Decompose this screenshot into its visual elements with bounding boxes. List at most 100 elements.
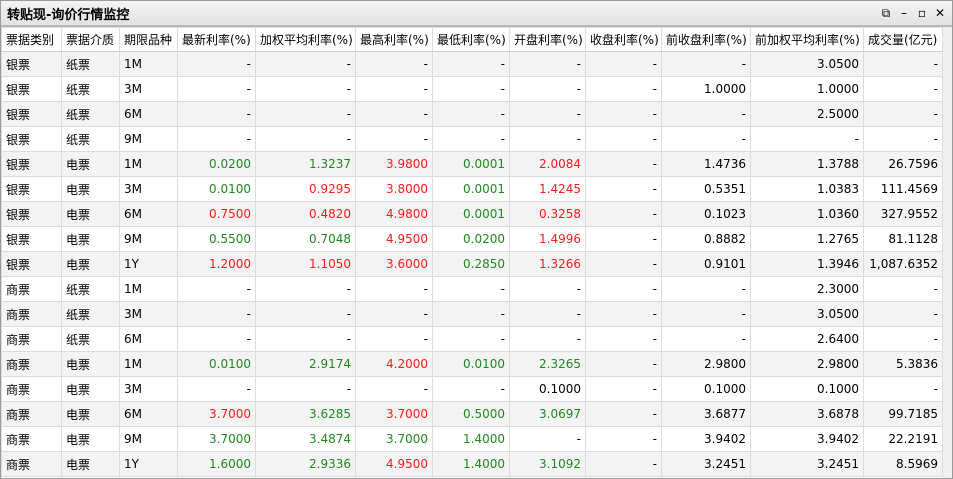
column-header[interactable]: 开盘利率(%) bbox=[509, 27, 586, 52]
table-cell: 商票 bbox=[1, 326, 62, 352]
table-cell: 0.0200 bbox=[177, 151, 256, 177]
table-cell: - bbox=[661, 101, 751, 127]
table-cell: - bbox=[355, 126, 433, 152]
vertical-scrollbar[interactable] bbox=[943, 27, 952, 478]
table-cell: 商票 bbox=[1, 426, 62, 452]
table-row[interactable]: 银票 纸票 3M - - - - - -1.0000 1.0000- bbox=[1, 76, 943, 102]
column-header[interactable]: 最高利率(%) bbox=[355, 27, 433, 52]
table-cell: 1.4245 bbox=[509, 176, 586, 202]
table-cell: 银票 bbox=[1, 126, 62, 152]
column-header[interactable]: 前收盘利率(%) bbox=[661, 27, 751, 52]
table-cell: - bbox=[585, 176, 662, 202]
table-cell: - bbox=[585, 401, 662, 427]
table-cell: 银票 bbox=[1, 76, 62, 102]
table-cell: - bbox=[177, 101, 256, 127]
table-cell: 0.0001 bbox=[432, 201, 510, 227]
table-row[interactable]: 银票 电票 9M 0.5500 0.7048 4.9500 0.0200 1.4996-0.8… bbox=[1, 226, 943, 252]
table-cell: - bbox=[585, 151, 662, 177]
table-cell: 1.4000 bbox=[432, 451, 510, 477]
table-cell: 5.3836 bbox=[863, 351, 943, 377]
column-header[interactable]: 成交量(亿元) bbox=[863, 27, 943, 52]
table-cell: 1.2765 bbox=[750, 226, 864, 252]
table-row[interactable]: 商票 纸票 1M - - - - - - -2.3000- bbox=[1, 276, 943, 302]
table-cell: 2.5000 bbox=[750, 101, 864, 127]
table-row[interactable]: 商票 电票 1M 0.0100 2.9174 4.2000 0.0100 2.3265-2.9… bbox=[1, 351, 943, 377]
quote-table: 票据类别 票据介质 期限品种 最新利率(%) 加权平均利率(%) 最高利率(%) 最低利率(… bbox=[1, 27, 943, 477]
column-header[interactable]: 票据介质 bbox=[61, 27, 120, 52]
table-cell: - bbox=[661, 51, 751, 77]
table-cell: 2.9336 bbox=[255, 451, 356, 477]
table-cell: - bbox=[432, 76, 510, 102]
table-cell: - bbox=[863, 376, 943, 402]
table-row[interactable]: 商票 电票 6M 3.7000 3.6285 3.7000 0.5000 3.0697-3.6… bbox=[1, 401, 943, 427]
table-cell: - bbox=[585, 426, 662, 452]
table-cell: 0.0001 bbox=[432, 151, 510, 177]
table-row[interactable]: 商票 电票 9M 3.7000 3.4874 3.7000 1.4000- -3.9402 3.… bbox=[1, 426, 943, 452]
minimize-icon[interactable]: – bbox=[898, 6, 910, 21]
table-cell: 0.0200 bbox=[432, 226, 510, 252]
maximize-icon[interactable]: ▫ bbox=[916, 6, 928, 21]
table-cell: - bbox=[661, 126, 751, 152]
table-cell: 电票 bbox=[61, 251, 120, 277]
table-cell: - bbox=[177, 326, 256, 352]
table-cell: - bbox=[255, 51, 356, 77]
table-cell: 3.0500 bbox=[750, 301, 864, 327]
table-cell: 1.3266 bbox=[509, 251, 586, 277]
table-cell: - bbox=[863, 126, 943, 152]
table-cell: 3.6877 bbox=[661, 401, 751, 427]
table-cell: - bbox=[509, 76, 586, 102]
close-icon[interactable]: ✕ bbox=[934, 6, 946, 21]
column-header[interactable]: 票据类别 bbox=[1, 27, 62, 52]
table-cell: 0.7048 bbox=[255, 226, 356, 252]
table-cell: 1,087.6352 bbox=[863, 251, 943, 277]
table-cell: - bbox=[585, 101, 662, 127]
table-row[interactable]: 银票 电票 6M 0.7500 0.4820 4.9800 0.0001 0.3258-0.1… bbox=[1, 201, 943, 227]
table-cell: 6M bbox=[119, 401, 178, 427]
table-cell: - bbox=[355, 276, 433, 302]
table-row[interactable]: 银票 电票 3M 0.0100 0.9295 3.8000 0.0001 1.4245-0.5… bbox=[1, 176, 943, 202]
table-cell: 电票 bbox=[61, 151, 120, 177]
table-cell: 商票 bbox=[1, 276, 62, 302]
table-cell: 0.2850 bbox=[432, 251, 510, 277]
table-cell: 6M bbox=[119, 201, 178, 227]
table-cell: 0.9295 bbox=[255, 176, 356, 202]
table-cell: 纸票 bbox=[61, 126, 120, 152]
table-cell: - bbox=[750, 126, 864, 152]
column-header[interactable]: 收盘利率(%) bbox=[585, 27, 662, 52]
table-cell: 0.5351 bbox=[661, 176, 751, 202]
column-header[interactable]: 最新利率(%) bbox=[177, 27, 256, 52]
table-cell: 2.3265 bbox=[509, 351, 586, 377]
table-cell: - bbox=[509, 51, 586, 77]
table-cell: 81.1128 bbox=[863, 226, 943, 252]
table-cell: 1.0360 bbox=[750, 201, 864, 227]
table-row[interactable]: 商票 纸票 3M - - - - - - -3.0500- bbox=[1, 301, 943, 327]
table-row[interactable]: 商票 电票 1Y 1.6000 2.9336 4.9500 1.4000 3.1092-3.2… bbox=[1, 451, 943, 477]
column-header[interactable]: 前加权平均利率(%) bbox=[750, 27, 864, 52]
table-cell: - bbox=[255, 326, 356, 352]
table-cell: - bbox=[585, 251, 662, 277]
column-header[interactable]: 期限品种 bbox=[119, 27, 178, 52]
table-cell: - bbox=[177, 51, 256, 77]
table-cell: - bbox=[255, 301, 356, 327]
table-row[interactable]: 银票 纸票 9M - - - - - - - - - bbox=[1, 126, 943, 152]
table-row[interactable]: 银票 电票 1M 0.0200 1.3237 3.9800 0.0001 2.0084-1.4… bbox=[1, 151, 943, 177]
column-header[interactable]: 最低利率(%) bbox=[432, 27, 510, 52]
table-row[interactable]: 商票 电票 3M - - - -0.1000-0.1000 0.1000- bbox=[1, 376, 943, 402]
table-cell: - bbox=[177, 76, 256, 102]
popout-icon[interactable]: ⧉ bbox=[880, 6, 892, 21]
table-row[interactable]: 银票 电票 1Y 1.2000 1.1050 3.6000 0.2850 1.3266-0.9… bbox=[1, 251, 943, 277]
table-cell: - bbox=[585, 276, 662, 302]
table-cell: - bbox=[177, 126, 256, 152]
column-header[interactable]: 加权平均利率(%) bbox=[255, 27, 356, 52]
table-cell: 0.3258 bbox=[509, 201, 586, 227]
table-row[interactable]: 银票 纸票 6M - - - - - - -2.5000- bbox=[1, 101, 943, 127]
table-cell: - bbox=[432, 326, 510, 352]
table-row[interactable]: 商票 纸票 6M - - - - - - -2.6400- bbox=[1, 326, 943, 352]
table-cell: - bbox=[509, 101, 586, 127]
table-cell: 0.0100 bbox=[177, 176, 256, 202]
table-cell: - bbox=[585, 226, 662, 252]
table-row[interactable]: 银票 纸票 1M - - - - - - -3.0500- bbox=[1, 51, 943, 77]
table-cell: 2.9800 bbox=[661, 351, 751, 377]
table-cell: 9M bbox=[119, 426, 178, 452]
table-cell: 1.3788 bbox=[750, 151, 864, 177]
